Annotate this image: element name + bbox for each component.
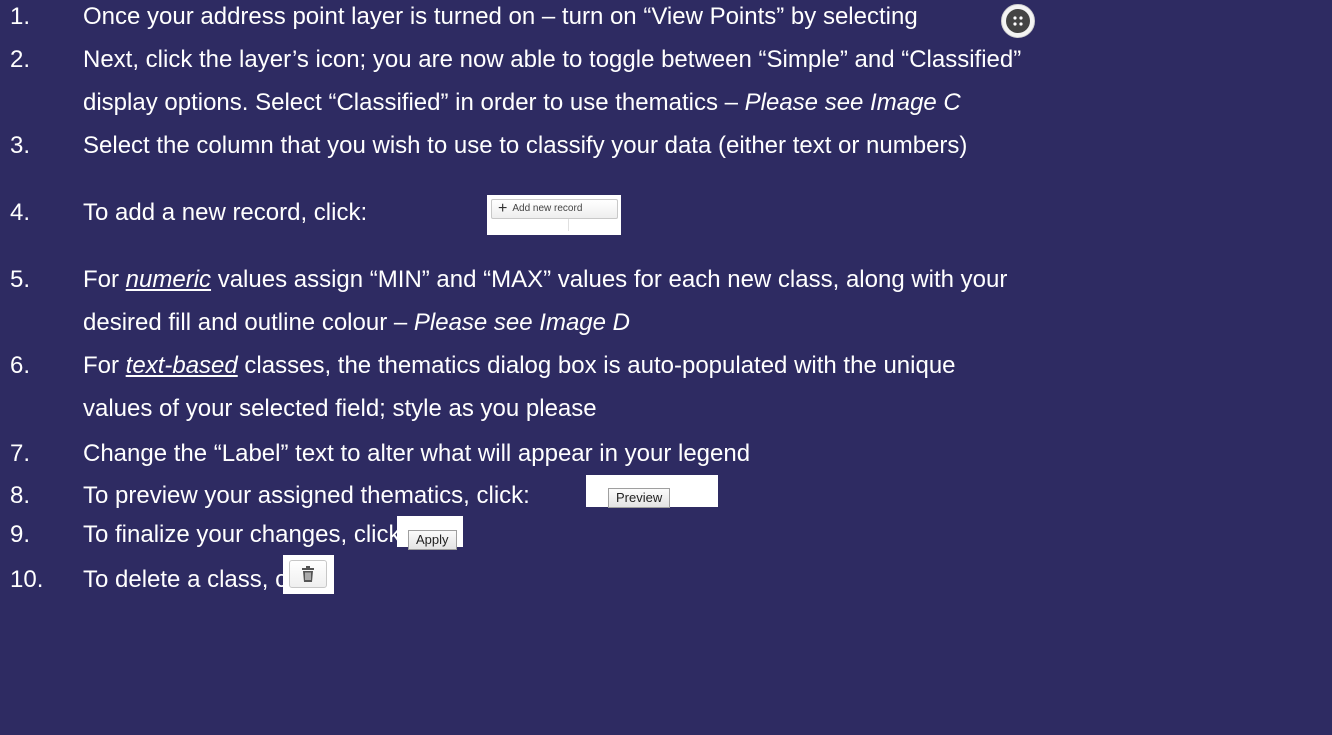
delete-class-button[interactable] [289,560,327,588]
view-points-glyph [1006,9,1030,33]
step-number: 2. [10,46,31,73]
divider [568,219,618,231]
step-text-line2: desired fill and outline colour – Please… [83,306,630,340]
step-number: 8. [10,482,31,509]
step-text-plain: values assign “MIN” and “MAX” values for… [211,266,1008,293]
apply-button-container: Apply [397,516,463,550]
image-reference: Please see Image C [744,89,961,116]
step-number: 6. [10,352,31,379]
trash-icon [302,566,314,582]
step-text-plain: For [83,266,126,293]
dots-icon [1013,16,1023,26]
step-text: To add a new record, click: [83,199,368,226]
step-text-line2: display options. Select “Classified” in … [83,86,961,120]
step-text-line1: Next, click the layer’s icon; you are no… [83,46,1022,73]
view-points-icon[interactable] [1001,4,1035,38]
step-text: Once your address point layer is turned … [83,3,918,30]
add-new-record-button[interactable]: + Add new record [487,195,621,235]
step-text-plain: desired fill and outline colour – [83,309,414,336]
emphasized-term: numeric [125,266,212,293]
step-number: 5. [10,266,31,293]
step-text-line1: For text-based classes, the thematics di… [83,349,956,383]
step-number: 9. [10,521,31,548]
step-number: 10. [10,566,44,593]
step-text-line2: values of your selected field; style as … [83,395,597,422]
step-text-line1: For numeric values assign “MIN” and “MAX… [83,263,1007,297]
preview-button[interactable]: Preview [608,488,671,508]
add-new-record-face: + Add new record [491,199,618,219]
step-text: To preview your assigned thematics, clic… [83,482,530,509]
apply-button[interactable]: Apply [408,530,457,550]
add-new-record-label: Add new record [512,203,583,214]
preview-button-container: Preview [586,475,718,508]
emphasized-term: text-based [125,352,238,379]
step-number: 7. [10,440,31,467]
step-text: Select the column that you wish to use t… [83,132,968,159]
step-text: To finalize your changes, click: [83,521,408,548]
step-number: 3. [10,132,31,159]
instruction-slide: 1. Once your address point layer is turn… [0,0,1332,735]
step-text: Change the “Label” text to alter what wi… [83,440,751,467]
step-number: 4. [10,199,31,226]
plus-icon: + [498,200,508,217]
image-reference: Please see Image D [413,309,630,336]
delete-button-container [283,555,334,594]
step-text-plain: display options. Select “Classified” in … [83,89,745,116]
step-number: 1. [10,3,31,30]
step-text-plain: classes, the thematics dialog box is aut… [237,352,956,379]
step-text-plain: For [83,352,126,379]
